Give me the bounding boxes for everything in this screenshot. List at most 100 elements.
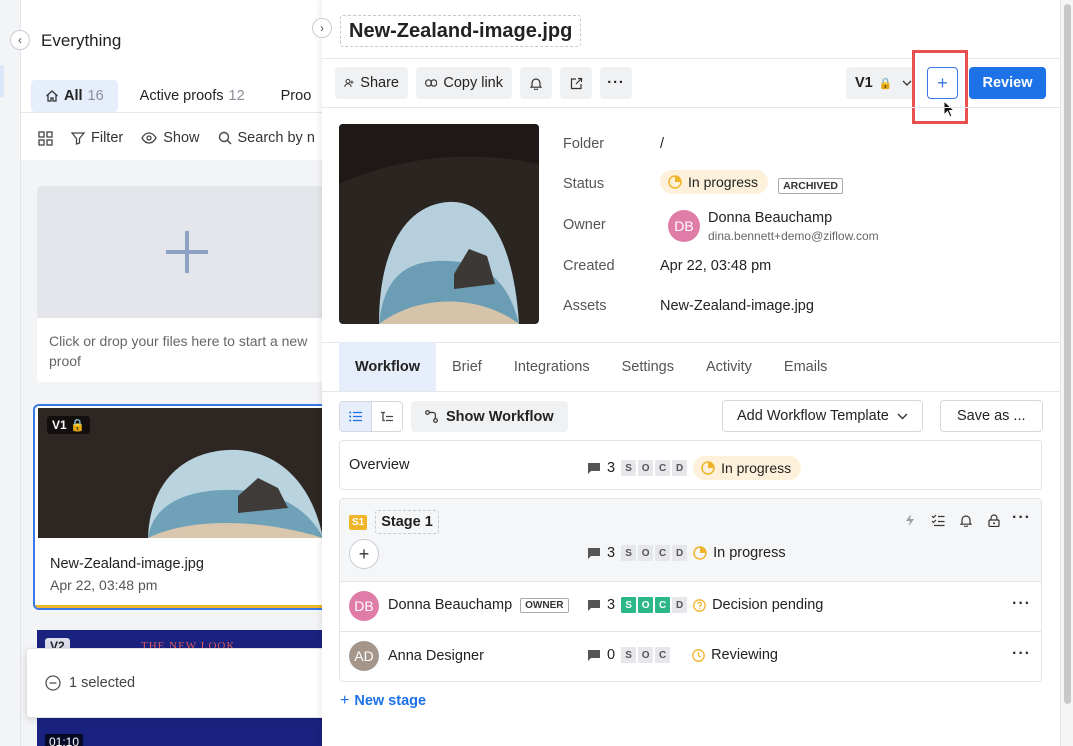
list-view-button[interactable] — [340, 402, 371, 431]
tree-view-button[interactable] — [370, 402, 403, 431]
new-stage-button[interactable]: + New stage — [340, 692, 426, 710]
tab-active-proofs[interactable]: Active proofs 12 — [126, 80, 259, 112]
proof-date: Apr 22, 03:48 pm — [50, 577, 158, 593]
avatar: AD — [349, 641, 379, 671]
share-icon — [344, 78, 354, 88]
stage-badge: S1 — [349, 514, 368, 530]
proof-preview-image[interactable] — [339, 124, 539, 324]
proof-title[interactable]: New-Zealand-image.jpg — [340, 15, 582, 47]
status-pill: In progress — [660, 170, 769, 194]
tab-all-count: 16 — [87, 88, 104, 104]
minus-circle-icon[interactable] — [45, 675, 61, 691]
divider — [340, 581, 1041, 582]
grid-view-button[interactable] — [38, 130, 53, 146]
filter-icon — [71, 132, 85, 145]
upload-dropzone[interactable]: Click or drop your files here to start a… — [37, 186, 330, 382]
cursor-icon — [943, 100, 955, 118]
owner-name: Donna Beauchamp — [708, 210, 833, 226]
status-label: Status — [563, 176, 605, 192]
stage-summary: 3 SOCD In progress — [587, 545, 786, 561]
open-external-button[interactable] — [560, 67, 592, 99]
collapse-sidebar-button[interactable]: ‹ — [10, 30, 30, 50]
share-button[interactable]: Share — [335, 67, 408, 99]
tab-all[interactable]: All 16 — [31, 80, 118, 112]
owner-label: Owner — [563, 217, 606, 233]
upload-area[interactable] — [37, 186, 330, 318]
more-icon: ··· — [607, 75, 625, 91]
save-as-button[interactable]: Save as ... — [940, 400, 1043, 432]
proof-details-panel: New-Zealand-image.jpg Share Copy link ··… — [322, 0, 1060, 746]
stage-more-button[interactable]: ··· — [1012, 509, 1031, 527]
decision-chips: SOC — [621, 647, 671, 663]
reviewer-status: Decision pending — [693, 597, 823, 613]
reviewer-summary: 0 SOC Reviewing — [587, 647, 778, 663]
version-select[interactable]: V1 🔒 — [846, 67, 916, 99]
left-rail — [0, 0, 21, 746]
version-label: V1 — [855, 75, 873, 91]
bell-icon — [530, 77, 542, 90]
tab-emails[interactable]: Emails — [768, 342, 844, 391]
add-reviewer-button[interactable]: + — [349, 539, 379, 569]
automation-button[interactable] — [898, 508, 922, 532]
proof-card-selected[interactable]: V1 🔒 New-Zealand-image.jpg Apr 22, 03:48… — [33, 404, 330, 610]
progress-icon — [693, 546, 707, 560]
stage-name[interactable]: Stage 1 — [375, 510, 439, 534]
collapse-panel-button[interactable]: › — [312, 18, 332, 38]
divider — [21, 112, 330, 113]
overview-label: Overview — [349, 457, 410, 473]
lock-icon — [988, 513, 1000, 527]
question-icon — [693, 598, 706, 612]
bolt-icon — [906, 514, 914, 526]
stage-title: S1 Stage 1 — [349, 510, 439, 534]
tab-proofs-label: Proo — [280, 88, 312, 104]
stage-notify-button[interactable] — [954, 508, 978, 532]
tab-active-label: Active proofs — [139, 88, 224, 104]
stage-lock-button[interactable] — [982, 508, 1006, 532]
gallery-toolbar: Filter Show Search by n — [38, 130, 315, 146]
grid-icon — [38, 130, 53, 146]
created-label: Created — [563, 258, 615, 274]
tab-workflow[interactable]: Workflow — [339, 342, 436, 391]
list-icon — [348, 411, 362, 422]
tab-activity[interactable]: Activity — [690, 342, 768, 391]
tab-integrations[interactable]: Integrations — [498, 342, 606, 391]
reviewer-summary: 3 SOCD Decision pending — [587, 597, 823, 613]
filter-label: Filter — [91, 130, 124, 146]
review-button[interactable]: Review — [969, 67, 1046, 99]
notifications-button[interactable] — [520, 67, 552, 99]
checklist-button[interactable] — [926, 508, 950, 532]
scrollbar[interactable] — [1060, 0, 1073, 746]
reviewer-more-button[interactable]: ··· — [1012, 645, 1031, 663]
selection-count: 1 selected — [69, 675, 136, 691]
overview-row: Overview 3 SOCD In progress — [339, 440, 1042, 490]
proof-tabs: All 16 Active proofs 12 Proo — [31, 80, 325, 112]
reviewer-more-button[interactable]: ··· — [1012, 595, 1031, 613]
external-icon — [570, 77, 582, 89]
tab-proofs[interactable]: Proo — [267, 80, 326, 112]
scrollbar-thumb[interactable] — [1064, 4, 1071, 704]
tab-all-label: All — [64, 88, 83, 104]
tab-brief[interactable]: Brief — [436, 342, 498, 391]
view-toggle — [339, 401, 403, 432]
tab-active-count: 12 — [228, 88, 245, 104]
reviewer-status: Reviewing — [692, 647, 778, 663]
detail-tabs: Workflow Brief Integrations Settings Act… — [339, 342, 843, 391]
search-field[interactable]: Search by n — [218, 130, 315, 146]
archived-badge: ARCHIVED — [778, 178, 843, 194]
plus-icon — [166, 231, 208, 273]
owner-email: dina.bennett+demo@ziflow.com — [708, 229, 879, 243]
selection-popup: 1 selected — [26, 648, 331, 718]
comment-icon — [588, 599, 600, 611]
show-label: Show — [163, 130, 200, 146]
comment-count: 0 — [587, 647, 615, 663]
show-workflow-button[interactable]: Show Workflow — [411, 401, 568, 432]
show-button[interactable]: Show — [141, 130, 200, 146]
filter-button[interactable]: Filter — [71, 130, 123, 146]
add-workflow-template-button[interactable]: Add Workflow Template — [722, 400, 923, 432]
more-button[interactable]: ··· — [600, 67, 632, 99]
chevron-down-icon — [902, 80, 912, 86]
progress-icon — [668, 175, 682, 189]
tab-settings[interactable]: Settings — [606, 342, 690, 391]
add-version-button[interactable]: + — [927, 67, 958, 99]
copy-link-button[interactable]: Copy link — [416, 67, 512, 99]
